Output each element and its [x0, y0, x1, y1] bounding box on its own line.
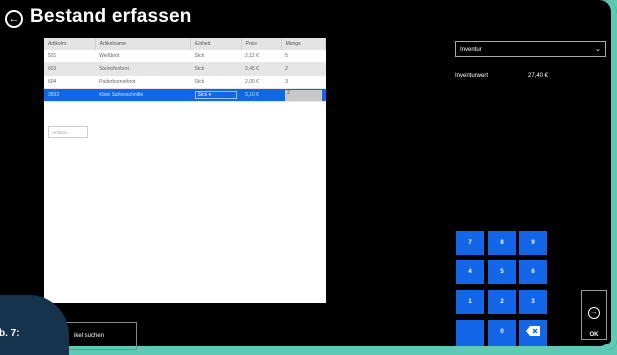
quantity-input[interactable]: 2: [285, 89, 322, 101]
cell-price: 3,10 €: [241, 88, 282, 102]
app-window: ← Bestand erfassen Artikelnr. Artikelnam…: [0, 0, 617, 350]
key-blank[interactable]: [456, 320, 484, 346]
column-header-article-number[interactable]: Artikelnr.: [44, 38, 96, 50]
cell-quantity: 2: [281, 62, 326, 76]
cell-article-number: 501: [44, 50, 96, 63]
cell-price: 3,45 €: [241, 62, 282, 76]
key-0[interactable]: 0: [488, 320, 516, 346]
new-article-input[interactable]: Artikeln...: [48, 126, 88, 138]
ok-label: OK: [589, 332, 599, 338]
cell-article-name: Steinofenbrot: [95, 62, 191, 76]
table-row[interactable]: 501 Weißbrot Stck 2,12 € 5: [44, 50, 326, 63]
cell-quantity-editor[interactable]: 2: [281, 88, 326, 102]
ok-button[interactable]: → OK: [581, 290, 607, 340]
key-4[interactable]: 4: [456, 260, 484, 284]
figure-badge-label: b. 7:: [0, 328, 20, 339]
key-5[interactable]: 5: [488, 260, 516, 284]
table-row[interactable]: 603 Steinofenbrot Stck 3,45 € 2: [44, 62, 326, 76]
table-header-row: Artikelnr. Artikelname Einheit Preis Men…: [44, 38, 327, 50]
key-7[interactable]: 7: [456, 231, 484, 255]
column-header-quantity[interactable]: Menge: [281, 38, 327, 50]
page-title: Bestand erfassen: [30, 6, 192, 27]
column-header-article-name[interactable]: Artikelname: [95, 38, 192, 50]
cell-price: 2,00 €: [241, 75, 282, 89]
cell-article-number: 603: [44, 62, 96, 76]
cell-article-number: 3653: [44, 88, 96, 102]
backspace-icon: [526, 326, 540, 337]
cell-unit: Stck: [190, 50, 242, 63]
forward-arrow-icon: →: [588, 307, 600, 319]
cell-quantity: 5: [281, 50, 326, 63]
key-8[interactable]: 8: [488, 231, 516, 255]
stock-table: Artikelnr. Artikelname Einheit Preis Men…: [44, 38, 327, 303]
cell-unit: Stck: [190, 75, 242, 89]
cell-unit: Stck: [190, 62, 242, 76]
unit-dropdown[interactable]: Stck ▾: [194, 91, 238, 99]
cell-price: 2,12 €: [241, 50, 282, 63]
back-arrow-icon: ←: [8, 13, 20, 25]
cell-quantity: 3: [281, 75, 326, 89]
key-9[interactable]: 9: [519, 231, 547, 255]
chevron-down-icon: ⌄: [595, 46, 601, 53]
back-button[interactable]: ←: [5, 10, 23, 28]
key-2[interactable]: 2: [488, 290, 516, 314]
cell-article-name: Paderbornerbrot: [95, 75, 191, 89]
table-row[interactable]: 604 Paderbornerbrot Stck 2,00 € 3: [44, 75, 326, 89]
app-surface: ← Bestand erfassen Artikelnr. Artikelnam…: [0, 0, 611, 350]
inventory-value: 27,40 €: [528, 73, 549, 79]
cell-article-name: Weißbrot: [95, 50, 191, 63]
table-row-selected[interactable]: 3653 Kleie Sahneschnitte Stck ▾ 3,10 € 2: [44, 88, 326, 102]
backspace-button[interactable]: [519, 320, 547, 346]
cell-unit-editor[interactable]: Stck ▾: [190, 88, 242, 102]
inventory-label: Inventurwert: [455, 73, 489, 79]
mode-dropdown[interactable]: Inventur ⌄: [455, 41, 606, 57]
key-3[interactable]: 3: [519, 290, 547, 314]
mode-dropdown-value: Inventur: [460, 47, 482, 53]
key-6[interactable]: 6: [519, 260, 547, 284]
cell-article-number: 604: [44, 75, 96, 89]
cell-article-name: Kleie Sahneschnitte: [95, 88, 191, 102]
column-header-price[interactable]: Preis: [241, 38, 282, 50]
column-header-unit[interactable]: Einheit: [190, 38, 242, 50]
key-1[interactable]: 1: [456, 290, 484, 314]
